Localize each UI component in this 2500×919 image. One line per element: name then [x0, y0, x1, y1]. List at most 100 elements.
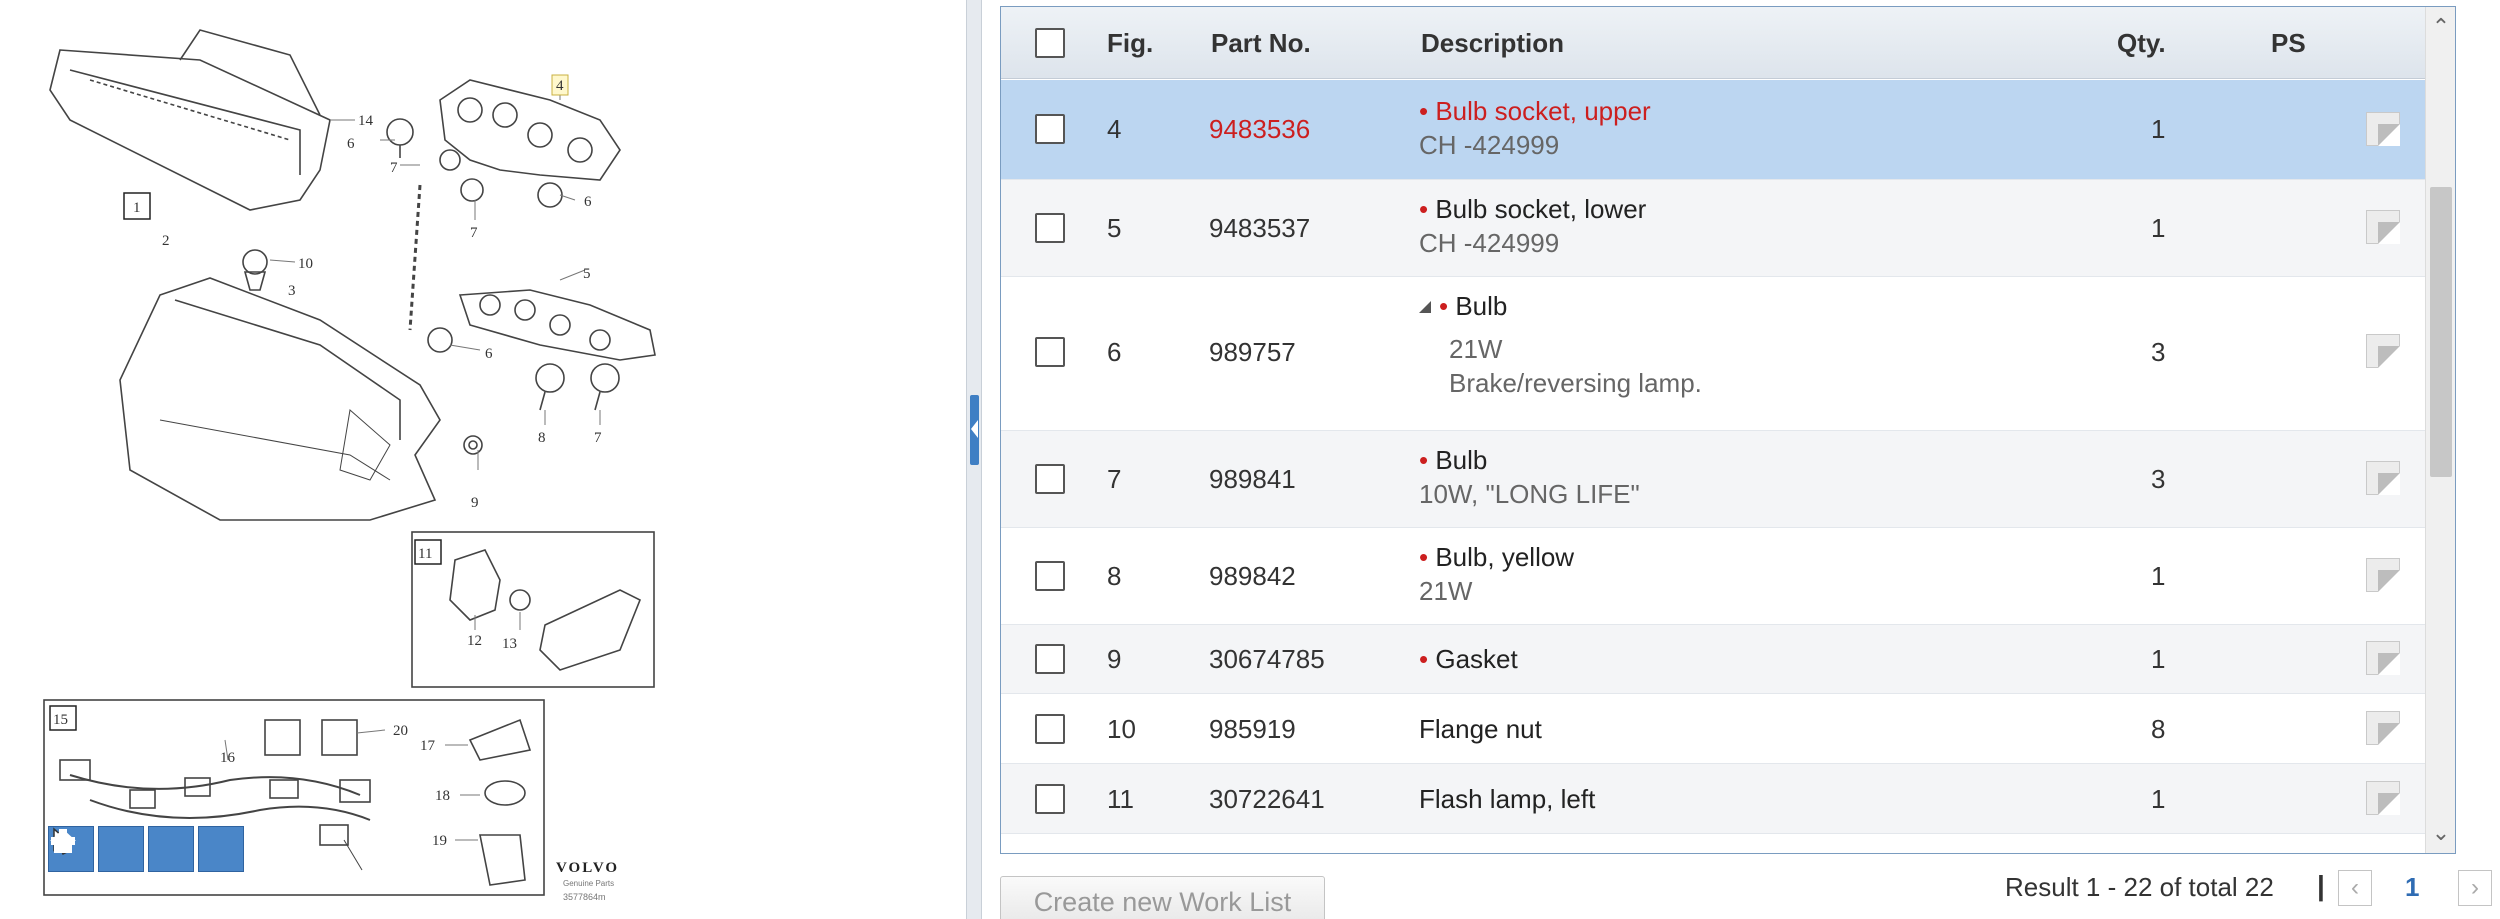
- row-checkbox[interactable]: [1035, 714, 1065, 744]
- callout-14: 14: [358, 113, 374, 129]
- row-desc-text: Gasket: [1435, 644, 1518, 674]
- part-rear-lamp-housing: [119, 277, 441, 521]
- table-row[interactable]: 7 989841 • Bulb 10W, "LONG LIFE" 3: [1001, 431, 2454, 528]
- row-description: Flash lamp, left: [1419, 784, 1595, 815]
- document-icon[interactable]: [2366, 558, 2400, 592]
- row-desc-sub: CH -424999: [1419, 130, 1560, 160]
- document-icon[interactable]: [2366, 334, 2400, 368]
- callout-5: 5: [583, 266, 591, 282]
- callout-3: 3: [288, 283, 296, 299]
- row-part-no[interactable]: 989757: [1209, 337, 1296, 368]
- chevron-left-icon: ‹: [2351, 874, 2359, 901]
- callout-4[interactable]: 4: [556, 78, 564, 94]
- row-qty: 1: [2151, 561, 2166, 591]
- callout-15: 15: [53, 712, 68, 728]
- pager-separator: |: [2317, 870, 2325, 901]
- select-all-checkbox[interactable]: [1035, 28, 1065, 58]
- callout-12: 12: [467, 633, 482, 649]
- row-fig: 6: [1107, 337, 1122, 367]
- callout-9: 9: [471, 495, 479, 511]
- row-part-no[interactable]: 30674785: [1209, 644, 1325, 675]
- zoom-in-button[interactable]: [51, 826, 144, 872]
- row-checkbox[interactable]: [1035, 464, 1065, 494]
- row-description: • Bulb socket, upper CH -424999: [1419, 96, 1651, 161]
- row-part-no[interactable]: 9483536: [1209, 114, 1310, 145]
- table-row[interactable]: 6 989757 • Bulb 21W Brake/reversing lamp…: [1001, 277, 2454, 431]
- row-desc-text: Bulb socket, lower: [1435, 194, 1647, 224]
- document-icon[interactable]: [2366, 711, 2400, 745]
- expand-triangle-icon[interactable]: [1419, 301, 1431, 313]
- col-header-ps[interactable]: PS: [2271, 7, 2306, 79]
- row-checkbox[interactable]: [1035, 561, 1065, 591]
- row-description: • Gasket: [1419, 644, 1518, 675]
- scroll-up-icon[interactable]: ⌃: [2426, 7, 2455, 47]
- callout-10: 10: [298, 256, 313, 272]
- row-fig: 4: [1107, 114, 1122, 144]
- row-part-no[interactable]: 30722641: [1209, 784, 1325, 815]
- row-checkbox[interactable]: [1035, 644, 1065, 674]
- table-row[interactable]: 5 9483537 • Bulb socket, lower CH -42499…: [1001, 180, 2454, 277]
- row-part-no[interactable]: 985919: [1209, 714, 1296, 745]
- callout-8: 8: [538, 430, 546, 446]
- row-part-no[interactable]: 989841: [1209, 464, 1296, 495]
- row-desc-text: Bulb: [1435, 445, 1488, 475]
- row-fig: 9: [1107, 644, 1122, 674]
- callout-13: 13: [502, 636, 517, 652]
- table-row[interactable]: 11 30722641 Flash lamp, left 1: [1001, 764, 2454, 834]
- part-high-mount-lamp: [49, 49, 331, 211]
- collapse-left-icon: [971, 420, 978, 438]
- row-checkbox[interactable]: [1035, 213, 1065, 243]
- create-worklist-button[interactable]: Create new Work List: [1000, 876, 1325, 919]
- callout-2: 2: [162, 233, 170, 249]
- previous-page-button[interactable]: ‹: [2338, 870, 2372, 906]
- row-desc-sub: 21W: [1419, 576, 1473, 606]
- row-part-no[interactable]: 989842: [1209, 561, 1296, 592]
- callout-7: 7: [470, 225, 478, 241]
- scroll-thumb[interactable]: [2430, 187, 2452, 477]
- table-row[interactable]: 4 9483536 • Bulb socket, upper CH -42499…: [1001, 80, 2454, 180]
- row-qty: 1: [2151, 114, 2166, 144]
- row-fig: 7: [1107, 464, 1122, 494]
- row-qty: 1: [2151, 784, 2166, 814]
- row-desc-sub: 21W: [1449, 334, 1503, 364]
- callout-16: 16: [220, 750, 236, 766]
- col-header-fig[interactable]: Fig.: [1107, 7, 1153, 79]
- table-row[interactable]: 10 985919 Flange nut 8: [1001, 694, 2454, 764]
- row-checkbox[interactable]: [1035, 784, 1065, 814]
- callout-1: 1: [133, 200, 141, 216]
- col-header-qty[interactable]: Qty.: [2117, 7, 2166, 79]
- document-icon[interactable]: [2366, 461, 2400, 495]
- row-desc-text: Bulb socket, upper: [1435, 96, 1651, 126]
- brand-subtitle: Genuine Parts: [563, 879, 615, 888]
- document-icon[interactable]: [2366, 112, 2400, 146]
- part-bulb-socket-upper: [439, 79, 621, 181]
- col-header-description[interactable]: Description: [1421, 7, 1564, 79]
- document-icon[interactable]: [2366, 641, 2400, 675]
- row-checkbox[interactable]: [1035, 114, 1065, 144]
- parts-diagram-pane[interactable]: 14 6 7 4 6 7 1 2 3 10 5 6 8 7 9 11 12 13…: [0, 0, 966, 919]
- parts-diagram[interactable]: 14 6 7 4 6 7 1 2 3 10 5 6 8 7 9 11 12 13…: [0, 0, 966, 919]
- row-checkbox[interactable]: [1035, 337, 1065, 367]
- brand-logo: VOLVO: [556, 860, 620, 876]
- pane-splitter[interactable]: [966, 0, 982, 919]
- next-page-button[interactable]: ›: [2458, 870, 2492, 906]
- page-number[interactable]: 1: [2405, 872, 2419, 903]
- table-row[interactable]: 8 989842 • Bulb, yellow 21W 1: [1001, 528, 2454, 625]
- bullet: •: [1419, 194, 1429, 224]
- zoom-out-button[interactable]: [51, 826, 194, 872]
- table-row[interactable]: 9 30674785 • Gasket 1: [1001, 625, 2454, 694]
- row-qty: 3: [2151, 464, 2166, 494]
- table-scrollbar[interactable]: ⌃ ⌄: [2425, 7, 2455, 853]
- row-qty: 3: [2151, 337, 2166, 367]
- document-icon[interactable]: [2366, 210, 2400, 244]
- row-fig: 8: [1107, 561, 1122, 591]
- document-icon[interactable]: [2366, 781, 2400, 815]
- row-description: • Bulb 21W Brake/reversing lamp.: [1419, 291, 1702, 399]
- scroll-down-icon[interactable]: ⌄: [2426, 813, 2455, 853]
- row-desc-sub: 10W, "LONG LIFE": [1419, 479, 1640, 509]
- row-part-no[interactable]: 9483537: [1209, 213, 1310, 244]
- col-header-part-no[interactable]: Part No.: [1211, 7, 1311, 79]
- bullet: •: [1419, 542, 1429, 572]
- reset-view-button[interactable]: [50, 826, 244, 872]
- row-desc-note: Brake/reversing lamp.: [1449, 368, 1702, 398]
